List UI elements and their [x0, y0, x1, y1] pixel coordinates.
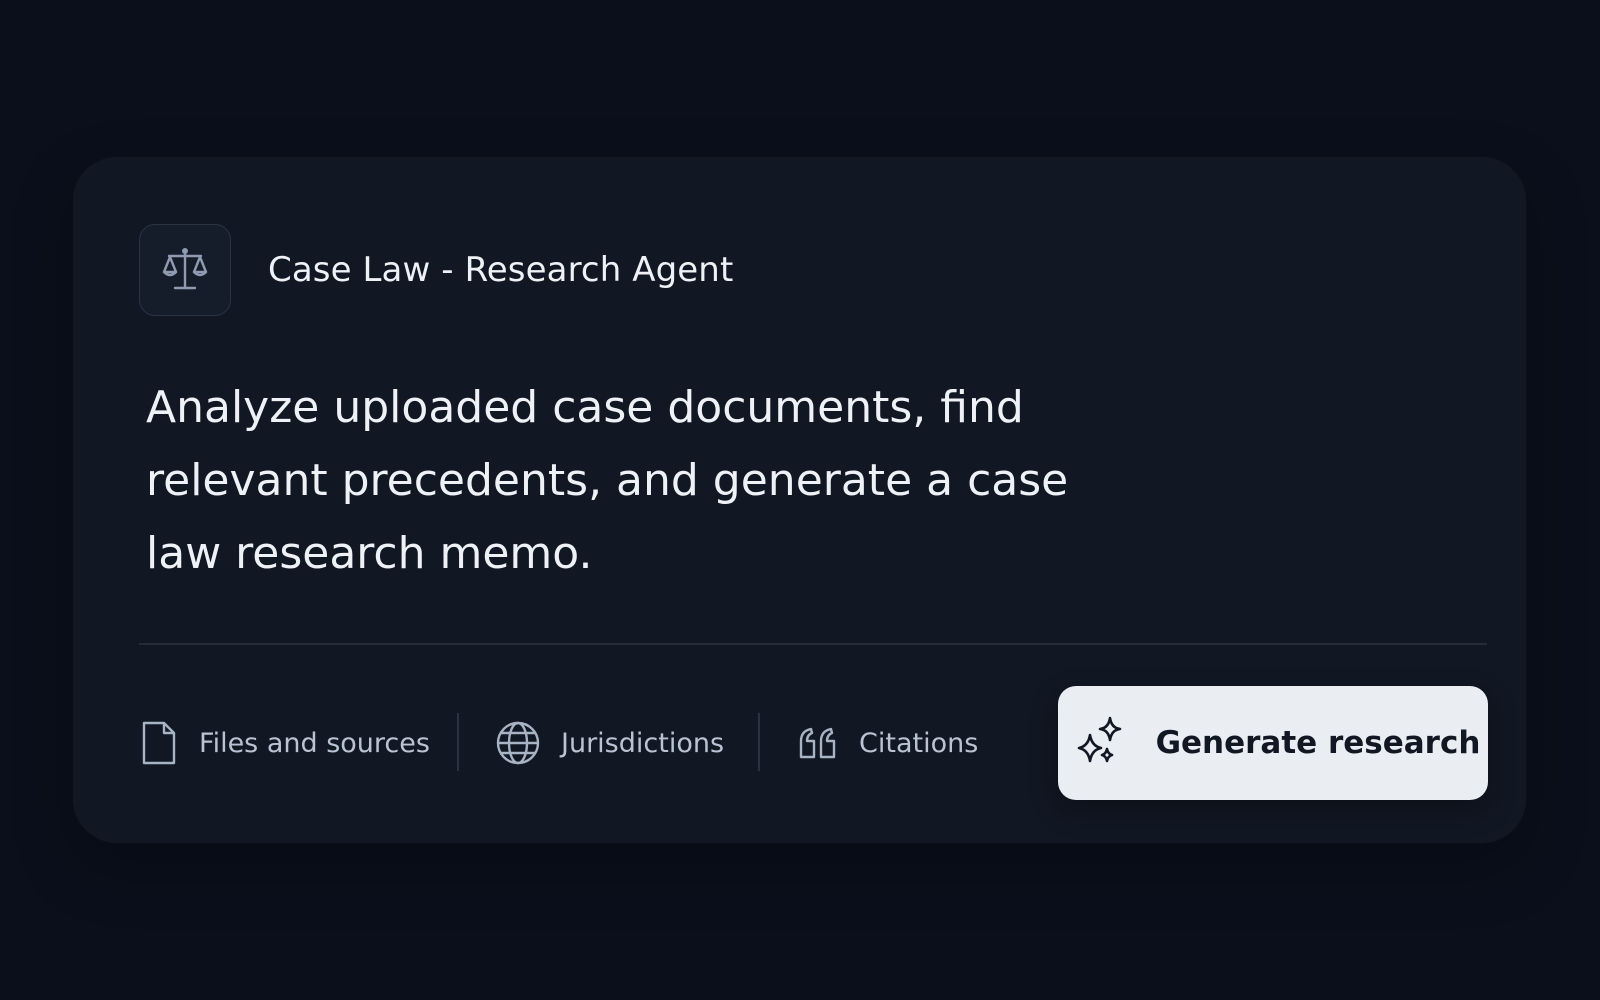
sparkles-icon [1074, 715, 1130, 771]
files-and-sources-label: Files and sources [199, 727, 430, 759]
jurisdictions-button[interactable]: Jurisdictions [495, 686, 724, 800]
files-and-sources-button[interactable]: Files and sources [139, 686, 430, 800]
citations-button[interactable]: Citations [797, 686, 978, 800]
globe-icon [495, 720, 541, 766]
toolbar-separator [758, 713, 760, 771]
file-icon [139, 720, 179, 766]
generate-research-label: Generate research [1155, 725, 1481, 761]
scales-of-justice-icon [139, 224, 231, 316]
generate-research-button[interactable]: Generate research [1058, 686, 1488, 800]
citations-label: Citations [859, 727, 979, 759]
agent-title: Case Law - Research Agent [268, 250, 734, 290]
agent-card: Case Law - Research Agent Analyze upload… [73, 157, 1526, 843]
toolbar-separator [457, 713, 459, 771]
agent-header: Case Law - Research Agent [139, 223, 733, 317]
divider [139, 643, 1487, 645]
jurisdictions-label: Jurisdictions [561, 727, 725, 759]
action-toolbar: Files and sources Jurisdictions Citation… [139, 686, 1488, 800]
agent-description: Analyze uploaded case documents, find re… [146, 382, 1069, 579]
quote-icon [797, 725, 839, 761]
